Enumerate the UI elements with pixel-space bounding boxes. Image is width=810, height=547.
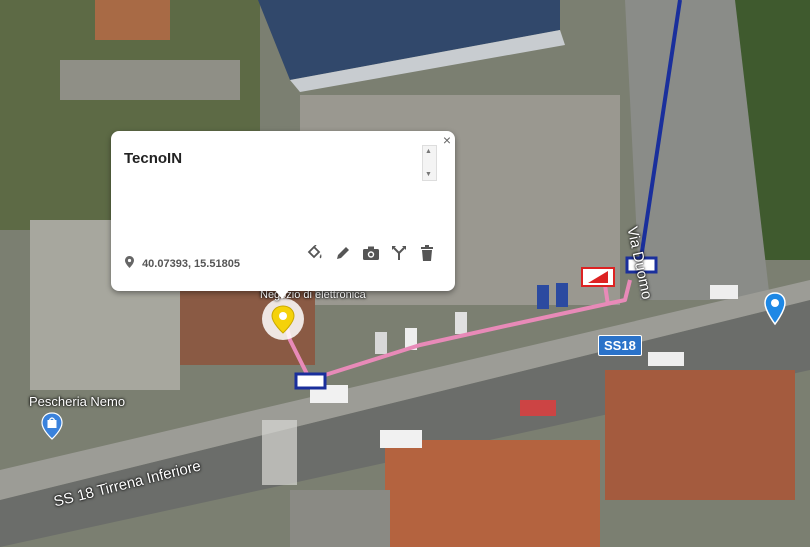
delete-trash-icon[interactable]: [417, 243, 437, 263]
place-info-popup: TecnoIN × ▲ ▼ 40.07393, 15.51805: [111, 131, 455, 291]
location-pin-icon: [125, 256, 134, 268]
close-icon[interactable]: ×: [443, 132, 451, 148]
place-title: TecnoIN: [124, 150, 183, 167]
paint-bucket-icon[interactable]: [305, 243, 325, 263]
edit-pencil-icon[interactable]: [333, 243, 353, 263]
scroll-up-icon[interactable]: ▲: [425, 148, 432, 155]
directions-icon[interactable]: [389, 243, 409, 263]
poi-label-fish-shop[interactable]: Pescheria Nemo: [29, 394, 125, 409]
popup-pointer: [274, 289, 290, 299]
map-pin-icon[interactable]: [764, 292, 786, 326]
camera-icon[interactable]: [361, 243, 381, 263]
coordinates-row: 40.07393, 15.51805: [125, 256, 240, 270]
scroll-down-icon[interactable]: ▼: [425, 171, 432, 178]
popup-toolbar: [305, 243, 437, 263]
description-scrollbar[interactable]: ▲ ▼: [422, 145, 437, 181]
shopping-bag-marker-icon[interactable]: [40, 412, 64, 440]
coordinates-text: 40.07393, 15.51805: [142, 258, 240, 270]
selected-location-pin-icon[interactable]: [259, 298, 307, 340]
road-shield-ss18: SS18: [598, 335, 642, 356]
